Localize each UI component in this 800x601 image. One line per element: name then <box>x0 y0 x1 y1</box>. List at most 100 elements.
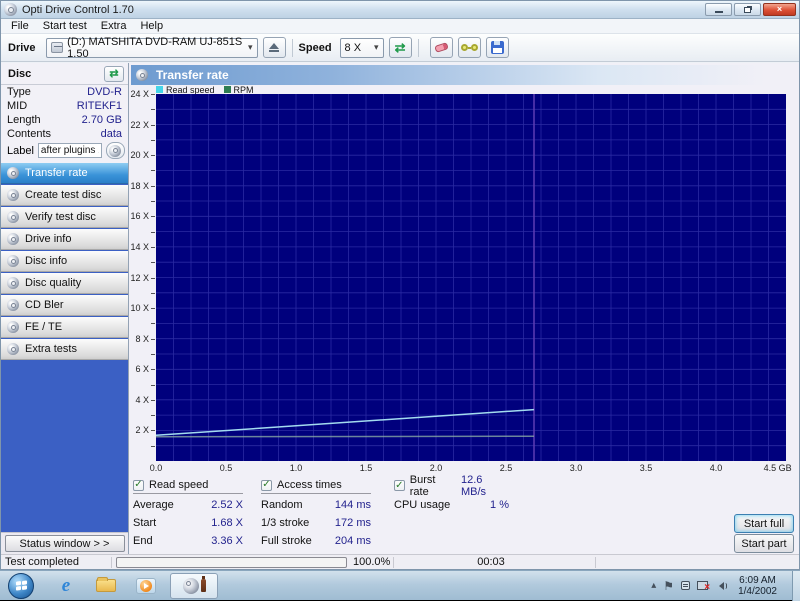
internet-explorer-icon: e <box>62 576 70 595</box>
glasses-icon <box>461 44 478 51</box>
media-player-icon <box>136 578 156 594</box>
legend-item: RPM <box>224 85 254 95</box>
sidebar-item-cd-bler[interactable]: CD Bler <box>1 295 128 316</box>
sidebar-item-drive-info[interactable]: Drive info <box>1 229 128 250</box>
disc-icon <box>7 299 19 311</box>
sidebar-item-verify-test-disc[interactable]: Verify test disc <box>1 207 128 228</box>
disc-icon <box>109 145 121 157</box>
y-tick <box>151 140 155 141</box>
result-row-full-stroke: Full stroke204 ms <box>261 535 371 548</box>
sidebar-footer: Status window > > <box>1 532 128 554</box>
panel-title: Transfer rate <box>156 68 229 82</box>
restore-button[interactable] <box>734 3 761 16</box>
eraser-icon <box>434 42 449 53</box>
windows-logo-icon <box>16 580 27 590</box>
disc-label-input[interactable] <box>38 143 102 158</box>
result-row-cpu-usage: CPU usage1 % <box>394 499 509 512</box>
y-tick-label: 2 X <box>135 425 149 435</box>
x-tick-label: 1.5 <box>360 463 373 473</box>
menu-extra[interactable]: Extra <box>94 20 134 32</box>
y-tick <box>151 354 155 355</box>
taskbar-internet-explorer[interactable]: e <box>49 573 83 599</box>
start-button[interactable] <box>8 573 34 599</box>
tray-chevron-up-icon[interactable]: ▴ <box>651 581 656 591</box>
disc-icon <box>183 578 199 594</box>
start-part-button[interactable]: Start part <box>734 534 794 553</box>
y-tick <box>151 430 155 431</box>
y-tick <box>151 186 155 187</box>
save-button[interactable] <box>486 37 509 58</box>
view-log-button[interactable] <box>458 37 481 58</box>
sidebar-item-disc-quality[interactable]: Disc quality <box>1 273 128 294</box>
y-tick-label: 16 X <box>130 211 149 221</box>
access-times-checkbox[interactable]: ✓ <box>261 480 272 491</box>
drive-label: Drive <box>8 42 36 54</box>
disc-icon <box>7 321 19 333</box>
read-speed-checkbox[interactable]: ✓ <box>133 480 144 491</box>
sidebar-item-transfer-rate[interactable]: Transfer rate <box>1 163 128 184</box>
legend-label: Read speed <box>166 85 215 95</box>
x-tick-label: 0.0 <box>150 463 163 473</box>
sidebar-item-create-test-disc[interactable]: Create test disc <box>1 185 128 206</box>
disc-row-type: TypeDVD-R <box>1 85 128 99</box>
disc-refresh-button[interactable]: ⇄ <box>104 66 124 82</box>
title-bar: Opti Drive Control 1.70 × <box>1 1 799 19</box>
x-tick-label: 1.0 <box>290 463 303 473</box>
status-text: Test completed <box>5 556 79 568</box>
eject-button[interactable] <box>263 37 286 58</box>
y-tick <box>151 125 155 126</box>
legend-swatch <box>156 86 163 93</box>
result-row-average: Average2.52 X <box>133 499 243 512</box>
sidebar-item-extra-tests[interactable]: Extra tests <box>1 339 128 360</box>
sidebar-item-fe-te[interactable]: FE / TE <box>1 317 128 338</box>
taskbar-opti-drive-control[interactable] <box>170 573 218 599</box>
sidebar-item-disc-info[interactable]: Disc info <box>1 251 128 272</box>
y-tick <box>151 232 155 233</box>
show-desktop-button[interactable] <box>792 571 800 601</box>
menu-help[interactable]: Help <box>133 20 170 32</box>
disc-info-panel: Disc ⇄ TypeDVD-R MIDRITEKF1 Length2.70 G… <box>1 63 128 163</box>
network-status-icon[interactable] <box>697 581 708 590</box>
erase-disc-button[interactable] <box>430 37 453 58</box>
disc-icon <box>7 167 19 179</box>
taskbar-clock[interactable]: 6:09 AM 1/4/2002 <box>738 575 777 597</box>
content-area: Disc ⇄ TypeDVD-R MIDRITEKF1 Length2.70 G… <box>1 63 799 554</box>
taskbar-file-explorer[interactable] <box>89 573 123 599</box>
y-tick-label: 18 X <box>130 181 149 191</box>
status-window-button[interactable]: Status window > > <box>5 535 125 552</box>
y-tick-label: 24 X <box>130 89 149 99</box>
minimize-button[interactable] <box>705 3 732 16</box>
menu-start-test[interactable]: Start test <box>36 20 94 32</box>
power-plug-icon[interactable] <box>681 581 690 590</box>
restore-icon <box>744 7 751 13</box>
eject-icon <box>269 43 279 52</box>
close-button[interactable]: × <box>763 3 796 16</box>
bottle-icon <box>201 579 206 592</box>
disc-icon <box>136 69 148 81</box>
start-full-button[interactable]: Start full <box>734 514 794 533</box>
access-times-results: ✓ Access times Random144 ms 1/3 stroke17… <box>261 479 371 548</box>
burst-rate-results: ✓ Burst rate 12.6 MB/s CPU usage1 % <box>394 479 509 512</box>
taskbar-media-player[interactable] <box>129 573 163 599</box>
burst-rate-value: 12.6 MB/s <box>461 474 509 498</box>
action-center-flag-icon[interactable]: ⚑ <box>663 580 674 592</box>
volume-icon[interactable] <box>715 582 727 590</box>
drive-select[interactable]: (D:) MATSHITA DVD-RAM UJ-851S 1.50 ▾ <box>46 38 258 58</box>
read-speed-title: Read speed <box>149 479 208 491</box>
menu-bar: File Start test Extra Help <box>1 19 799 34</box>
y-tick <box>151 415 155 416</box>
y-tick-label: 6 X <box>135 364 149 374</box>
speed-select[interactable]: 8 X ▾ <box>340 38 384 58</box>
refresh-button[interactable]: ⇄ <box>389 37 412 58</box>
disc-row-length: Length2.70 GB <box>1 113 128 127</box>
panel-header: Transfer rate <box>131 65 799 85</box>
chevron-down-icon: ▾ <box>244 42 253 53</box>
burst-rate-checkbox[interactable]: ✓ <box>394 480 405 491</box>
menu-file[interactable]: File <box>4 20 36 32</box>
result-row-end: End3.36 X <box>133 535 243 548</box>
y-tick-label: 8 X <box>135 334 149 344</box>
disc-icon <box>7 211 19 223</box>
write-label-button[interactable] <box>106 142 125 159</box>
read-speed-results: ✓ Read speed Average2.52 X Start1.68 X E… <box>133 479 243 548</box>
burst-rate-title: Burst rate <box>410 474 456 498</box>
